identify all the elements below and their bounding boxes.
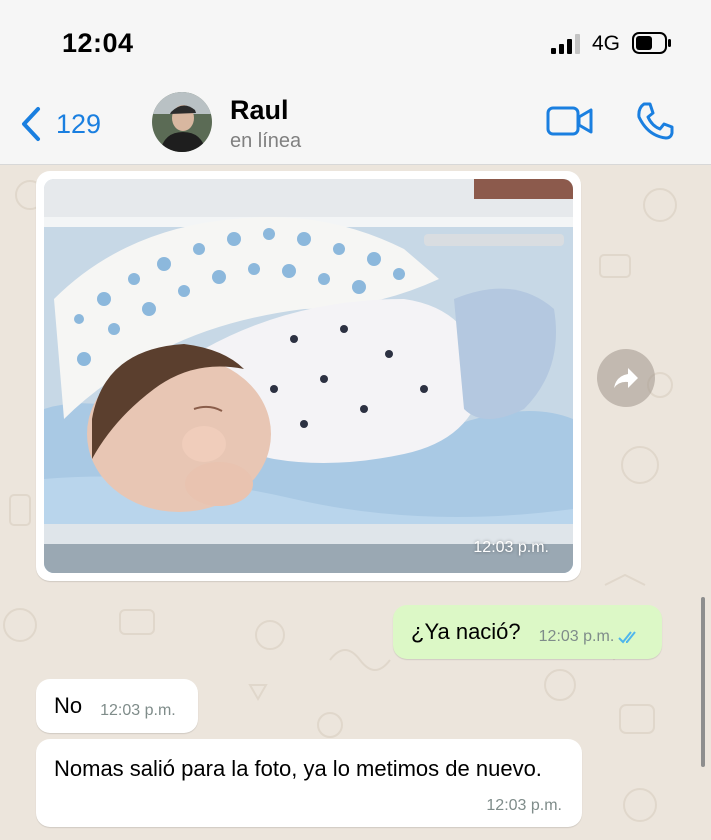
- avatar[interactable]: [152, 92, 212, 152]
- message-time: 12:03 p.m.: [486, 797, 562, 814]
- message-time: 12:03 p.m.: [100, 702, 176, 719]
- signal-bars-icon: [551, 34, 580, 54]
- double-check-icon: [618, 631, 637, 644]
- status-bar: 12:04 4G: [0, 0, 711, 82]
- chat-header: 129 Raul en línea: [0, 82, 711, 165]
- forward-button[interactable]: [597, 349, 655, 407]
- incoming-message-bubble[interactable]: Nomas salió para la foto, ya lo metimos …: [36, 739, 582, 827]
- message-text: ¿Ya nació?: [411, 619, 521, 644]
- battery-icon: [632, 32, 671, 54]
- message-time: 12:03 p.m.: [473, 539, 549, 556]
- unread-count: 129: [56, 108, 102, 139]
- message-photo[interactable]: 12:03 p.m.: [44, 179, 573, 573]
- back-button[interactable]: 129: [20, 106, 101, 142]
- message-meta: 12:03 p.m.: [539, 628, 641, 646]
- message-time: 12:03 p.m.: [538, 628, 615, 645]
- message-text: Nomas salió para la foto, ya lo metimos …: [54, 756, 542, 781]
- outgoing-message-bubble[interactable]: ¿Ya nació? 12:03 p.m.: [393, 605, 663, 659]
- message-text: No: [54, 693, 83, 718]
- phone-icon[interactable]: [634, 100, 676, 142]
- chat-area[interactable]: 12:03 p.m. ¿Ya nació? 12:03 p.m. No 12:0…: [0, 165, 711, 840]
- incoming-message-bubble[interactable]: No 12:03 p.m.: [36, 679, 198, 733]
- status-time: 12:04: [62, 28, 134, 58]
- chevron-left-icon: [22, 107, 40, 141]
- contact-name[interactable]: Raul: [230, 95, 289, 126]
- network-type: 4G: [592, 32, 621, 55]
- contact-status: en línea: [230, 130, 302, 152]
- image-message-bubble[interactable]: 12:03 p.m.: [36, 171, 581, 581]
- video-camera-icon[interactable]: [546, 104, 594, 138]
- forward-arrow-icon: [614, 368, 638, 388]
- scrollbar[interactable]: [701, 597, 705, 767]
